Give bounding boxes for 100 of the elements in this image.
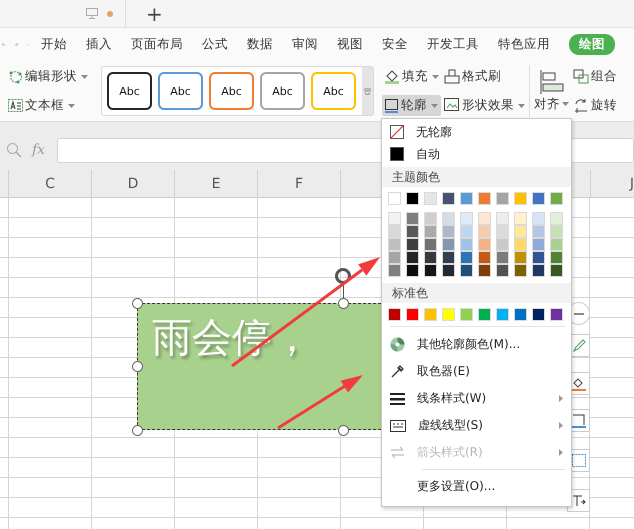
color-swatch[interactable]	[532, 264, 545, 277]
color-swatch[interactable]	[496, 238, 509, 251]
gallery-scroll[interactable]	[362, 67, 373, 115]
menu-tab[interactable]: 数据	[247, 34, 273, 55]
color-swatch[interactable]	[388, 264, 401, 277]
shape-style-option[interactable]: Abc	[311, 72, 356, 110]
color-swatch[interactable]	[460, 225, 473, 238]
color-swatch[interactable]	[532, 238, 545, 251]
color-swatch[interactable]	[424, 251, 437, 264]
color-swatch[interactable]	[406, 264, 419, 277]
color-swatch[interactable]	[478, 308, 491, 321]
color-swatch[interactable]	[478, 212, 491, 225]
color-swatch[interactable]	[442, 308, 455, 321]
color-swatch[interactable]	[424, 308, 437, 321]
color-swatch[interactable]	[478, 251, 491, 264]
color-swatch[interactable]	[550, 225, 563, 238]
color-swatch[interactable]	[496, 225, 509, 238]
shape-style-option[interactable]: Abc	[209, 72, 254, 110]
menu-tab[interactable]: 插入	[86, 34, 112, 55]
column-header[interactable]: D	[128, 176, 138, 192]
rotate-handle[interactable]	[334, 267, 352, 285]
column-header[interactable]: F	[294, 176, 304, 192]
format-painter-button[interactable]: 格式刷	[442, 66, 527, 87]
color-swatch[interactable]	[496, 308, 509, 321]
color-swatch[interactable]	[460, 192, 473, 205]
color-swatch[interactable]	[460, 212, 473, 225]
color-swatch[interactable]	[532, 212, 545, 225]
rotate-button[interactable]: 旋转	[571, 95, 619, 116]
new-tab-button[interactable]: +	[142, 4, 167, 24]
color-swatch[interactable]	[388, 238, 401, 251]
text-box-button[interactable]: 文本框	[6, 95, 90, 116]
color-swatch[interactable]	[532, 308, 545, 321]
color-swatch[interactable]	[424, 225, 437, 238]
color-swatch[interactable]	[550, 192, 563, 205]
color-swatch[interactable]	[514, 251, 527, 264]
menu-tab[interactable]: 开发工具	[427, 34, 479, 55]
color-swatch[interactable]	[514, 212, 527, 225]
color-swatch[interactable]	[460, 308, 473, 321]
menu-item[interactable]: 更多设置(O)...	[382, 473, 571, 500]
menu-item[interactable]: 自动	[382, 143, 571, 165]
color-swatch[interactable]	[478, 238, 491, 251]
color-swatch[interactable]	[514, 264, 527, 277]
color-swatch[interactable]	[550, 212, 563, 225]
color-swatch[interactable]	[496, 192, 509, 205]
outline-button[interactable]: 轮廓	[382, 95, 441, 116]
color-swatch[interactable]	[406, 238, 419, 251]
color-swatch[interactable]	[514, 192, 527, 205]
group-button[interactable]: 组合	[571, 66, 619, 87]
menu-tab[interactable]: 视图	[337, 34, 363, 55]
menu-tab[interactable]: 开始	[41, 34, 67, 55]
color-swatch[interactable]	[406, 251, 419, 264]
color-swatch[interactable]	[424, 264, 437, 277]
color-swatch[interactable]	[532, 251, 545, 264]
color-swatch[interactable]	[514, 238, 527, 251]
color-swatch[interactable]	[406, 225, 419, 238]
color-swatch[interactable]	[388, 308, 401, 321]
column-header[interactable]: J	[630, 176, 634, 192]
color-swatch[interactable]	[460, 264, 473, 277]
color-swatch[interactable]	[514, 225, 527, 238]
color-swatch[interactable]	[442, 192, 455, 205]
shape-style-option[interactable]: Abc	[260, 72, 305, 110]
color-swatch[interactable]	[388, 225, 401, 238]
menu-item[interactable]: 无轮廓	[382, 121, 571, 143]
menu-tab[interactable]: 公式	[202, 34, 228, 55]
shape-style-option[interactable]: Abc	[158, 72, 203, 110]
menu-tab[interactable]: 审阅	[292, 34, 318, 55]
color-swatch[interactable]	[496, 264, 509, 277]
color-swatch[interactable]	[532, 225, 545, 238]
color-swatch[interactable]	[496, 212, 509, 225]
shape-style-option[interactable]: Abc	[107, 72, 152, 110]
color-swatch[interactable]	[550, 251, 563, 264]
color-swatch[interactable]	[460, 238, 473, 251]
align-button[interactable]: 对齐	[534, 70, 569, 112]
color-swatch[interactable]	[424, 238, 437, 251]
color-swatch[interactable]	[388, 192, 401, 205]
fill-button[interactable]: 填充	[382, 66, 441, 87]
color-swatch[interactable]	[442, 264, 455, 277]
color-swatch[interactable]	[442, 251, 455, 264]
color-swatch[interactable]	[550, 308, 563, 321]
color-swatch[interactable]	[442, 225, 455, 238]
color-swatch[interactable]	[514, 308, 527, 321]
color-swatch[interactable]	[406, 308, 419, 321]
menu-tab[interactable]: 特色应用	[498, 34, 550, 55]
color-swatch[interactable]	[442, 238, 455, 251]
color-swatch[interactable]	[550, 264, 563, 277]
color-swatch[interactable]	[550, 238, 563, 251]
color-swatch[interactable]	[388, 212, 401, 225]
zoom-icon[interactable]	[6, 142, 22, 158]
menu-tab[interactable]: 安全	[382, 34, 408, 55]
shape-effects-button[interactable]: 形状效果	[442, 95, 527, 116]
menu-tab[interactable]: 页面布局	[131, 34, 183, 55]
color-swatch[interactable]	[406, 192, 419, 205]
color-swatch[interactable]	[424, 192, 437, 205]
color-swatch[interactable]	[424, 212, 437, 225]
color-swatch[interactable]	[478, 225, 491, 238]
color-swatch[interactable]	[460, 251, 473, 264]
edit-shape-button[interactable]: 编辑形状	[6, 66, 90, 87]
color-swatch[interactable]	[406, 212, 419, 225]
color-swatch[interactable]	[478, 264, 491, 277]
color-swatch[interactable]	[496, 251, 509, 264]
